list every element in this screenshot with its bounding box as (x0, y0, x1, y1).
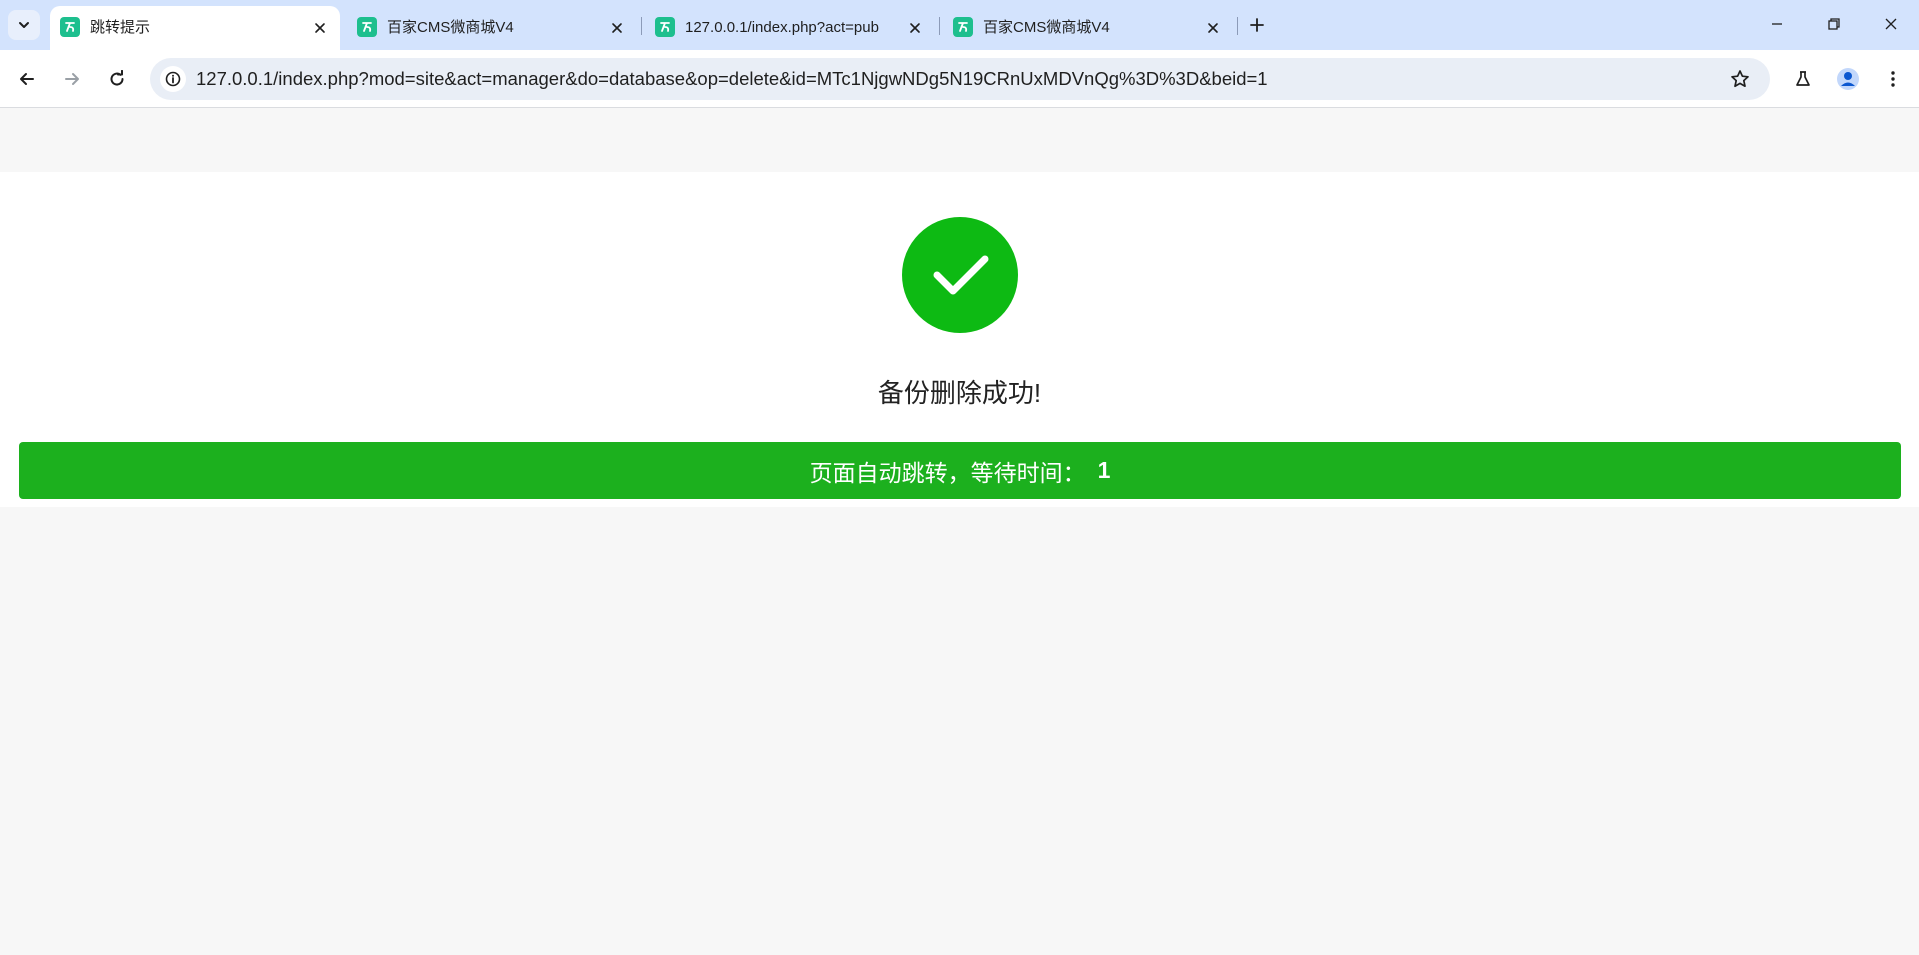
reload-icon (110, 70, 124, 86)
forward-button[interactable] (55, 62, 89, 96)
restore-icon (1828, 18, 1840, 30)
favicon-icon (655, 17, 675, 37)
info-icon[interactable] (160, 66, 186, 92)
menu-button[interactable] (1876, 62, 1910, 96)
tab-title: 127.0.0.1/index.php?act=pub (685, 19, 879, 36)
favicon-icon (953, 17, 973, 37)
tab-strip: 跳转提示 百家CMS微商城V4 127.0.0.1/index.php?act=… (0, 0, 1919, 50)
page-content: 备份删除成功! 页面自动跳转，等待时间： 1 (0, 108, 1919, 955)
tab-redirect[interactable]: 跳转提示 (50, 6, 340, 50)
labs-icon (1796, 71, 1810, 86)
tab-title: 百家CMS微商城V4 (387, 19, 514, 36)
close-window-button[interactable] (1869, 8, 1913, 40)
close-icon (1885, 18, 1897, 30)
address-bar[interactable]: 127.0.0.1/index.php?mod=site&act=manager… (150, 58, 1770, 100)
labs-button[interactable] (1786, 62, 1820, 96)
close-icon[interactable] (905, 18, 925, 38)
redirect-label: 页面自动跳转，等待时间： (809, 459, 1086, 486)
close-icon[interactable] (310, 18, 330, 38)
checkmark-icon (902, 217, 1018, 333)
favicon-icon (60, 17, 80, 37)
close-icon[interactable] (1203, 18, 1223, 38)
plus-icon (1250, 18, 1264, 32)
tab-index-pub[interactable]: 127.0.0.1/index.php?act=pub (645, 6, 935, 50)
menu-icon (1891, 71, 1895, 87)
close-icon[interactable] (607, 18, 627, 38)
tab-search-button[interactable] (8, 10, 40, 40)
tab-separator (641, 17, 642, 35)
redirect-countdown: 1 (1097, 457, 1111, 483)
minimize-button[interactable] (1755, 8, 1799, 40)
tab-title: 跳转提示 (90, 19, 151, 36)
tab-baijia-2[interactable]: 百家CMS微商城V4 (943, 6, 1233, 50)
redirect-bar[interactable]: 页面自动跳转，等待时间： 1 (19, 442, 1901, 499)
new-tab-button[interactable] (1244, 12, 1270, 38)
back-icon (20, 73, 34, 85)
success-message: 备份删除成功! (877, 378, 1042, 408)
chevron-down-icon (19, 22, 29, 28)
favicon-icon (357, 17, 377, 37)
star-icon[interactable] (1728, 67, 1752, 91)
reload-button[interactable] (100, 62, 134, 96)
tab-baijia-1[interactable]: 百家CMS微商城V4 (347, 6, 637, 50)
restore-button[interactable] (1812, 8, 1856, 40)
message-panel: 备份删除成功! 页面自动跳转，等待时间： 1 (0, 172, 1919, 507)
back-button[interactable] (10, 62, 44, 96)
url-text[interactable]: 127.0.0.1/index.php?mod=site&act=manager… (196, 69, 1268, 89)
forward-icon (65, 73, 79, 85)
minimize-icon (1772, 23, 1782, 25)
browser-toolbar: 127.0.0.1/index.php?mod=site&act=manager… (0, 50, 1919, 108)
profile-button[interactable] (1831, 62, 1865, 96)
tab-title: 百家CMS微商城V4 (983, 19, 1110, 36)
tab-separator (939, 17, 940, 35)
tab-separator (1237, 17, 1238, 35)
profile-icon (1837, 68, 1859, 90)
